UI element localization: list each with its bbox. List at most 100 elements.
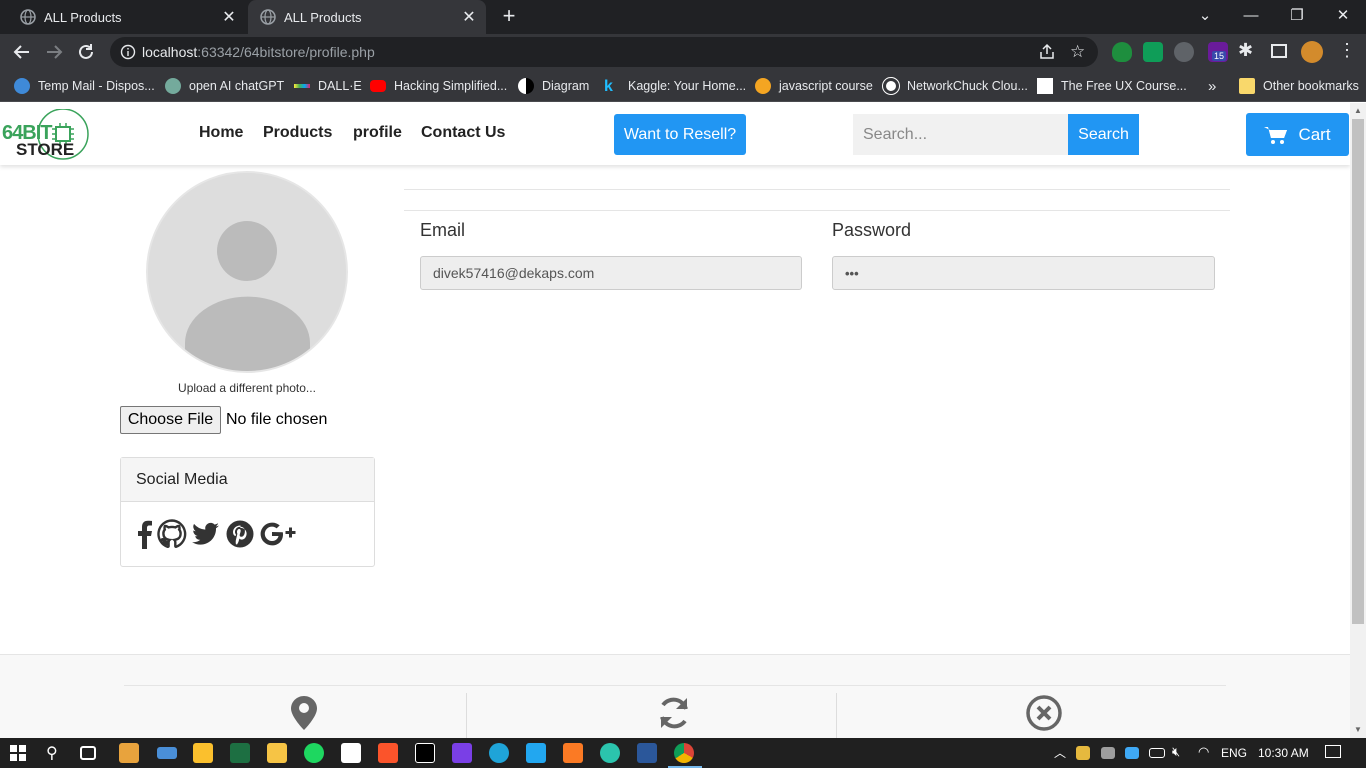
- clock[interactable]: 10:30 AM: [1258, 746, 1309, 760]
- share-icon[interactable]: [1038, 43, 1056, 66]
- extension-icon[interactable]: [1174, 42, 1194, 62]
- notifications-icon[interactable]: [1325, 745, 1341, 758]
- globe-icon: [20, 9, 36, 25]
- vscode-icon[interactable]: [526, 743, 546, 763]
- dalle-icon: [294, 84, 310, 88]
- scroll-up-icon[interactable]: ▲: [1354, 106, 1362, 115]
- shield-extension-icon[interactable]: [1112, 42, 1132, 62]
- page-viewport: 64BIT STORE Home Products profile Contac…: [0, 103, 1350, 738]
- address-bar[interactable]: localhost:63342/64bitstore/profile.php ☆: [110, 37, 1098, 67]
- tab-search-icon[interactable]: ⌄: [1182, 0, 1228, 30]
- avatar[interactable]: [1301, 41, 1323, 63]
- chrome-icon[interactable]: [674, 743, 694, 763]
- site-info-icon[interactable]: [120, 44, 136, 65]
- close-tab-icon[interactable]: ✕: [460, 8, 478, 26]
- more-bookmarks-icon[interactable]: »: [1208, 76, 1216, 96]
- browser-tab-active[interactable]: ALL Products ✕: [248, 0, 486, 34]
- back-icon[interactable]: [10, 40, 34, 64]
- nav-contact-us[interactable]: Contact Us: [421, 124, 505, 142]
- bookmark-item[interactable]: open AI chatGPT: [165, 76, 284, 96]
- tray-display-icon[interactable]: [1101, 747, 1115, 759]
- bookmark-item[interactable]: k Kaggle: Your Home...: [604, 76, 746, 96]
- password-field[interactable]: •••: [832, 256, 1215, 290]
- restore-icon[interactable]: ❐: [1274, 0, 1320, 30]
- page-scrollbar[interactable]: ▲ ▼: [1350, 103, 1366, 738]
- display-icon[interactable]: [157, 747, 177, 759]
- minimize-icon[interactable]: —: [1228, 0, 1274, 30]
- spotify-icon[interactable]: [304, 743, 324, 763]
- bookmark-item[interactable]: DALL·E: [294, 76, 362, 96]
- intellij-icon[interactable]: [415, 743, 435, 763]
- tray-cloud-icon[interactable]: [1125, 747, 1139, 759]
- search-button[interactable]: Search: [1068, 114, 1139, 155]
- footer-divider: [124, 685, 1226, 686]
- site-navbar: 64BIT STORE Home Products profile Contac…: [0, 103, 1350, 165]
- close-window-icon[interactable]: ✕: [1320, 0, 1366, 30]
- notion-icon[interactable]: [341, 743, 361, 763]
- close-circle-icon[interactable]: [1020, 695, 1068, 735]
- bookmark-star-icon[interactable]: ☆: [1070, 42, 1085, 62]
- windows-taskbar: ⚲ ︿ 🔇︎ ◠ ENG 10:30 AM: [0, 738, 1366, 768]
- reload-icon[interactable]: [74, 40, 98, 64]
- choose-file-button[interactable]: Choose File: [120, 406, 221, 434]
- bookmark-item[interactable]: NetworkChuck Clou...: [882, 76, 1028, 96]
- map-marker-icon[interactable]: [280, 695, 328, 735]
- battery-icon[interactable]: [1149, 748, 1165, 758]
- speaker-muted-icon[interactable]: 🔇︎: [1172, 744, 1180, 760]
- search-icon[interactable]: ⚲: [46, 743, 58, 763]
- bookmark-item[interactable]: javascript course: [755, 76, 873, 96]
- windows-start-icon[interactable]: [10, 745, 26, 766]
- tempmail-icon: [14, 78, 30, 94]
- github-icon[interactable]: [157, 519, 187, 549]
- phpstorm-icon[interactable]: [452, 743, 472, 763]
- upload-photo-text: Upload a different photo...: [178, 381, 316, 395]
- edge-icon[interactable]: [489, 743, 509, 763]
- refresh-icon[interactable]: [650, 695, 698, 735]
- edge-beta-icon[interactable]: [600, 743, 620, 763]
- bookmarks-bar: Temp Mail - Dispos... open AI chatGPT DA…: [0, 70, 1366, 102]
- search-input[interactable]: [853, 114, 1068, 155]
- bookmark-item[interactable]: The Free UX Course...: [1037, 76, 1187, 96]
- nav-profile[interactable]: profile: [353, 124, 402, 142]
- tray-app-icon[interactable]: [1076, 746, 1090, 760]
- chevron-up-icon[interactable]: ︿: [1054, 744, 1066, 761]
- wifi-icon[interactable]: ◠: [1198, 744, 1209, 760]
- xampp-icon[interactable]: [563, 743, 583, 763]
- other-bookmarks[interactable]: Other bookmarks: [1239, 76, 1359, 96]
- word-icon[interactable]: [637, 743, 657, 763]
- new-tab-button[interactable]: +: [498, 5, 520, 28]
- email-field[interactable]: divek57416@dekaps.com: [420, 256, 802, 290]
- language-indicator[interactable]: ENG: [1221, 746, 1247, 760]
- excel-icon[interactable]: [230, 743, 250, 763]
- divider: [404, 210, 1230, 211]
- bookmark-item[interactable]: Temp Mail - Dispos...: [14, 76, 155, 96]
- menu-kebab-icon[interactable]: ⋮: [1338, 40, 1356, 61]
- brave-icon[interactable]: [378, 743, 398, 763]
- mail-extension-icon[interactable]: [1143, 42, 1163, 62]
- nav-products[interactable]: Products: [263, 124, 332, 142]
- close-tab-icon[interactable]: ✕: [220, 8, 238, 26]
- extension-badge-icon[interactable]: 15: [1208, 42, 1228, 62]
- facebook-icon[interactable]: [135, 519, 153, 549]
- side-panel-icon[interactable]: [1271, 44, 1287, 58]
- scroll-down-icon[interactable]: ▼: [1354, 725, 1362, 734]
- google-plus-icon[interactable]: [259, 519, 303, 549]
- resell-button[interactable]: Want to Resell?: [614, 114, 746, 155]
- pinterest-icon[interactable]: [225, 519, 255, 549]
- bookmark-item[interactable]: Diagram: [518, 76, 589, 96]
- store-icon[interactable]: [193, 743, 213, 763]
- twitter-icon[interactable]: [191, 519, 221, 549]
- bookmark-item[interactable]: Hacking Simplified...: [370, 76, 507, 96]
- site-logo[interactable]: 64BIT STORE: [2, 109, 90, 161]
- forward-icon[interactable]: [42, 40, 66, 64]
- task-view-icon[interactable]: [80, 746, 96, 760]
- nav-home[interactable]: Home: [199, 124, 243, 142]
- kaggle-icon: k: [604, 78, 613, 95]
- divider: [404, 189, 1230, 190]
- file-explorer-icon[interactable]: [267, 743, 287, 763]
- browser-tab[interactable]: ALL Products ✕: [0, 0, 246, 34]
- cart-button[interactable]: Cart: [1246, 113, 1349, 156]
- vlc-icon[interactable]: [119, 743, 139, 763]
- scroll-thumb[interactable]: [1352, 119, 1364, 624]
- puzzle-extensions-icon[interactable]: ✱: [1238, 40, 1253, 61]
